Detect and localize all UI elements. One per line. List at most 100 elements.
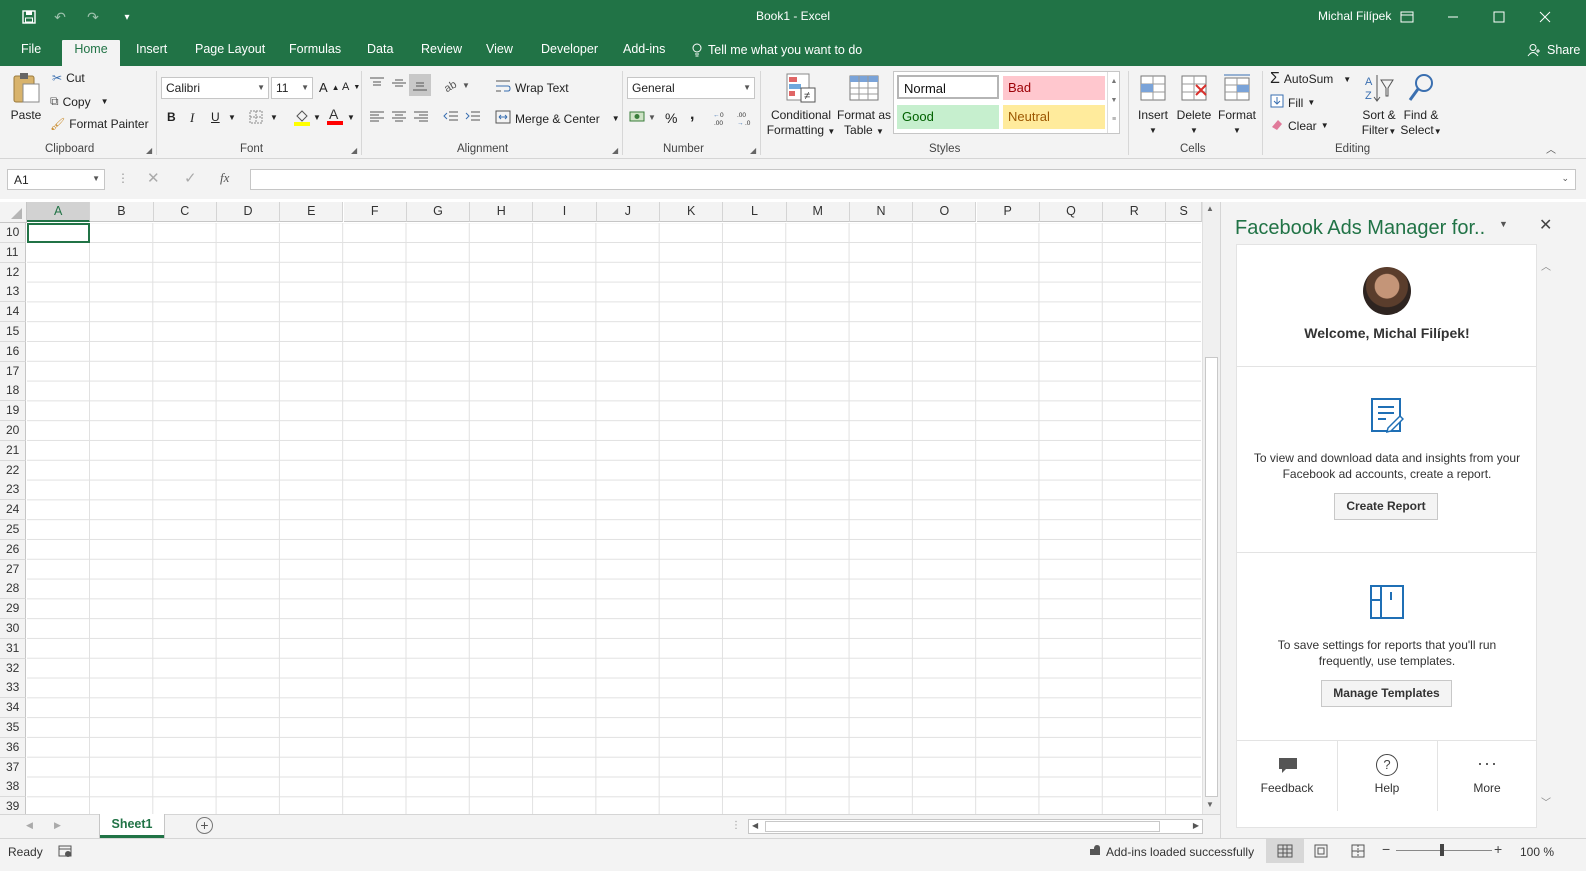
tab-formulas[interactable]: Formulas	[280, 40, 350, 66]
row-header[interactable]: 30	[0, 619, 26, 639]
row-header[interactable]: 29	[0, 599, 26, 620]
align-middle-icon[interactable]	[391, 76, 407, 90]
scroll-down-icon[interactable]: ▼	[1206, 800, 1214, 809]
scroll-thumb[interactable]	[1205, 357, 1218, 797]
font-size-select[interactable]: 11 ▼	[271, 77, 313, 99]
row-header[interactable]: 28	[0, 579, 26, 600]
tab-home[interactable]: Home	[62, 40, 120, 66]
underline-button[interactable]: U	[211, 110, 220, 124]
chevron-down-icon[interactable]: ▼	[313, 113, 321, 122]
cut-button[interactable]: ✂ Cut	[52, 71, 85, 85]
row-header[interactable]: 31	[0, 638, 26, 659]
row-header[interactable]: 10	[0, 223, 26, 243]
zoom-slider[interactable]	[1396, 850, 1492, 851]
row-header[interactable]: 14	[0, 302, 26, 323]
ribbon-display-icon[interactable]	[1384, 0, 1430, 33]
decrease-decimal-icon[interactable]: .00 → .0	[736, 110, 756, 126]
tab-insert[interactable]: Insert	[127, 40, 176, 66]
row-header[interactable]: 25	[0, 520, 26, 540]
row-header[interactable]: 34	[0, 698, 26, 719]
number-launcher-icon[interactable]: ◢	[750, 146, 756, 155]
bold-button[interactable]: B	[167, 110, 176, 124]
formula-input[interactable]: ⌄	[250, 169, 1576, 190]
help-button[interactable]: Help	[1337, 781, 1437, 795]
increase-indent-icon[interactable]	[465, 110, 481, 122]
column-header[interactable]: F	[343, 202, 407, 222]
insert-cells-button[interactable]: Insert ▼	[1134, 72, 1172, 138]
expand-formula-icon[interactable]: ⌄	[1561, 173, 1569, 184]
font-launcher-icon[interactable]: ◢	[351, 146, 357, 155]
align-left-icon[interactable]	[369, 110, 385, 122]
style-good[interactable]: Good	[897, 105, 999, 129]
column-header[interactable]: R	[1103, 202, 1167, 222]
row-header[interactable]: 15	[0, 322, 26, 342]
column-header[interactable]: J	[596, 202, 660, 222]
gallery-more-icon[interactable]: ≡	[1108, 110, 1120, 129]
row-header[interactable]: 21	[0, 440, 26, 461]
align-center-icon[interactable]	[391, 110, 407, 122]
increase-decimal-icon[interactable]: ← 0.00	[713, 110, 733, 126]
chevron-up-icon[interactable]: ▲	[1108, 72, 1120, 91]
collapse-ribbon-icon[interactable]: ︿	[1546, 141, 1556, 156]
format-painter-button[interactable]: 🖌 Format Painter	[50, 117, 149, 131]
tab-file[interactable]: File	[12, 40, 50, 66]
column-header[interactable]: G	[406, 202, 471, 222]
clipboard-launcher-icon[interactable]: ◢	[146, 146, 152, 155]
fill-color-icon[interactable]	[293, 108, 311, 126]
scroll-right-icon[interactable]: ▶	[1193, 821, 1199, 830]
manage-templates-button[interactable]: Manage Templates	[1321, 680, 1452, 707]
enter-icon[interactable]: ✓	[184, 169, 197, 187]
share-button[interactable]: Share	[1527, 43, 1580, 57]
horizontal-scrollbar[interactable]: ◀ ▶	[748, 819, 1203, 834]
wrap-text-button[interactable]: Wrap Text	[495, 79, 569, 96]
feedback-icon[interactable]	[1278, 757, 1298, 778]
select-all-corner[interactable]	[0, 202, 27, 223]
help-icon[interactable]: ?	[1376, 754, 1398, 776]
style-bad[interactable]: Bad	[1003, 76, 1105, 100]
chevron-down-icon[interactable]: ▼	[92, 174, 100, 183]
row-header[interactable]: 12	[0, 262, 26, 283]
cancel-icon[interactable]: ✕	[147, 169, 160, 187]
row-header[interactable]: 32	[0, 658, 26, 679]
row-header[interactable]: 38	[0, 777, 26, 798]
user-name[interactable]: Michal Filípek	[1318, 9, 1391, 23]
font-name-select[interactable]: Calibri ▼	[161, 77, 269, 99]
row-header[interactable]: 11	[0, 242, 26, 263]
macro-record-icon[interactable]	[58, 844, 72, 861]
create-report-button[interactable]: Create Report	[1334, 493, 1438, 520]
alignment-launcher-icon[interactable]: ◢	[612, 146, 618, 155]
column-header[interactable]: A	[27, 202, 91, 222]
pane-close-icon[interactable]: ✕	[1539, 215, 1552, 235]
row-header[interactable]: 27	[0, 559, 26, 580]
row-header[interactable]: 22	[0, 460, 26, 481]
name-box[interactable]: A1 ▼	[7, 169, 105, 190]
tab-review[interactable]: Review	[412, 40, 471, 66]
font-color-icon[interactable]: A	[326, 106, 344, 126]
pane-scroll-down-icon[interactable]: ﹀	[1541, 794, 1551, 809]
tab-splitter-icon[interactable]: ⋮	[731, 820, 741, 831]
decrease-indent-icon[interactable]	[443, 110, 459, 122]
percent-style-button[interactable]: %	[665, 110, 677, 126]
column-header[interactable]: Q	[1039, 202, 1104, 222]
gallery-scroll[interactable]: ▲ ▼ ≡	[1107, 72, 1120, 133]
chevron-down-icon[interactable]: ▼	[228, 113, 236, 122]
add-sheet-icon[interactable]: +	[196, 817, 213, 834]
column-header[interactable]: H	[470, 202, 534, 222]
delete-cells-button[interactable]: Delete ▼	[1175, 72, 1213, 138]
zoom-in-icon[interactable]: +	[1494, 841, 1502, 857]
column-header[interactable]: B	[90, 202, 154, 222]
more-button[interactable]: More	[1437, 781, 1537, 795]
sort-filter-button[interactable]: AZ Sort & Filter▼	[1358, 72, 1400, 139]
format-cells-button[interactable]: Format ▼	[1216, 72, 1258, 138]
row-header[interactable]: 19	[0, 401, 26, 422]
row-header[interactable]: 20	[0, 421, 26, 441]
comma-style-button[interactable]: ,	[690, 106, 694, 124]
column-header[interactable]: K	[660, 202, 724, 222]
conditional-formatting-button[interactable]: ≠ Conditional Formatting ▼	[765, 72, 837, 139]
tab-add-ins[interactable]: Add-ins	[614, 40, 674, 66]
row-header[interactable]: 24	[0, 500, 26, 521]
page-layout-view-icon[interactable]	[1313, 843, 1329, 862]
insert-function-icon[interactable]: fx	[220, 170, 229, 186]
close-icon[interactable]	[1522, 0, 1568, 33]
zoom-slider-thumb[interactable]	[1440, 844, 1444, 856]
